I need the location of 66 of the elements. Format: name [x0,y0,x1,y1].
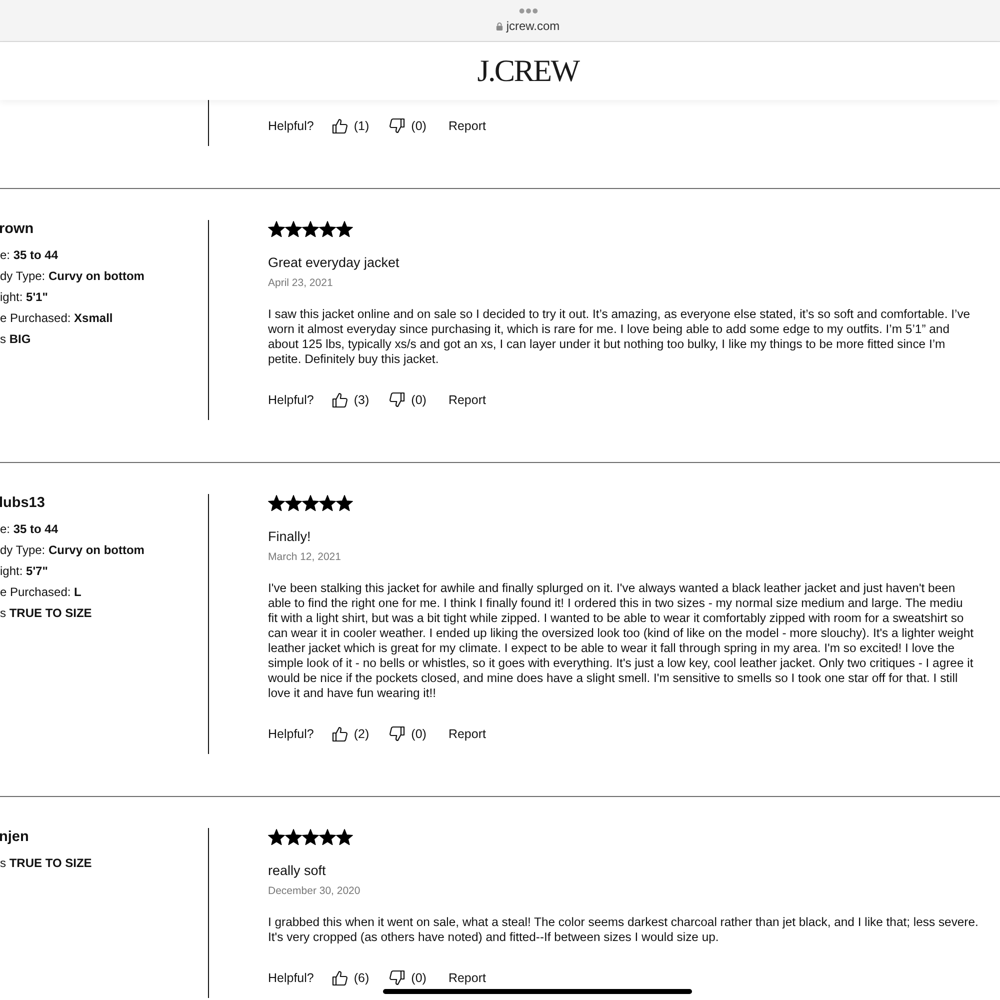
reviewer-attribute: dy Type: Curvy on bottom [0,542,146,559]
thumbs-up-icon [332,970,348,986]
helpful-label: Helpful? [268,119,314,133]
thumbs-down-icon [389,118,406,134]
star-icon [319,828,336,846]
star-icon [302,828,319,846]
star-icon [302,494,319,512]
report-link[interactable]: Report [448,971,486,985]
thumbs-down-icon [389,392,406,408]
helpful-no-button[interactable]: (0) [389,392,426,408]
reviewer-attribute: e Purchased: L [0,584,82,601]
review-title: really soft [268,862,327,880]
review-title: Finally! [268,528,312,546]
star-icon [285,494,302,512]
star-icon [285,828,302,846]
thumbs-up-icon [332,726,348,742]
review-text: I saw this jacket online and on sale so I decided to try it out. It’s amazing, as everyone else stated, it’s so soft and comfortable. I’ve worn it almost everyday since purchasing it, which is rare for me. I love being able to add some edge to my outfits. I’m 5’1” and about 125 lbs, typically xs/s and got an xs, I can layer under it but nothing too bulky, I like my things to be more fitted since I’m petite. Definitely buy this jacket. [268,307,970,367]
report-link[interactable]: Report [448,393,486,407]
reviewer-attribute: ight: 5'1" [0,289,49,306]
lock-icon [496,22,504,30]
reviewer-name: rown [0,220,35,238]
star-icon [319,220,336,238]
logo[interactable]: J.CREW [477,55,579,87]
thumbs-down-icon [389,726,406,742]
thumbs-up-icon [332,392,348,408]
helpful-label: Helpful? [268,971,314,985]
star-icon [336,220,353,238]
star-icon [268,828,285,846]
reviewer-attribute: dy Type: Curvy on bottom [0,268,146,285]
reviewer-name: njen [0,828,30,846]
reviewer-attribute: s TRUE TO SIZE [0,855,93,872]
address-bar[interactable]: jcrew.com [496,19,560,33]
star-icon [268,220,285,238]
reviewer-attribute: ight: 5'7" [0,563,49,580]
star-icon [268,494,285,512]
star-icon [336,828,353,846]
helpful-no-button[interactable]: (0) [389,726,426,742]
review-text: I've been stalking this jacket for awhile and finally splurged on it. I've always wanted a black leather jacket and just haven't been able to find the right one for me. I think I finally found it! I ordered this in two sizes - my normal size medium and large. The mediu fit with a light shirt, but was a bit tight while zipped. I wanted to be able to wear it comfortably zipped with room for a sweatshirt so can wear it in cooler weather. I ended up liking the oversized look too (kind of like on the model - more slouchy). It's a lighter weight leather jacket which is great for my climate. I expect to be able to wear it fall through spring in my area. I'm so excited! I love the simple look of it - no bells or whistles, so it goes with everything. It's just a low key, cool leather jacket. Only two critiques - I agree it would be nice if the pockets closed, and mine does have a slight smell. I'm sensitive to smells so I took one star off for that. I still love it and have fun wearing it!! [268,581,974,701]
report-link[interactable]: Report [448,119,486,133]
review-title: Great everyday jacket [268,254,400,272]
review-text: I grabbed this when it went on sale, what a steal! The color seems darkest charcoal rather than jet black, and I like that; less severe. It's very cropped (as others have noted) and fitted--If between sizes I would size up. [268,915,978,945]
helpful-yes-button[interactable]: (1) [332,118,370,134]
thumbs-down-icon [389,970,406,986]
helpful-yes-button[interactable]: (2) [332,726,370,742]
reviewer-attribute: s TRUE TO SIZE [0,605,93,622]
reviewer-attribute: e: 35 to 44 [0,521,60,538]
star-icon [319,494,336,512]
thumbs-up-icon [332,118,348,134]
reviewer-attribute: e Purchased: Xsmall [0,310,114,327]
helpful-label: Helpful? [268,393,314,407]
review-date: April 23, 2021 [268,276,334,290]
helpful-yes-button[interactable]: (6) [332,970,370,986]
review-date: December 30, 2020 [268,884,362,898]
helpful-no-button[interactable]: (0) [389,970,426,986]
star-icon [302,220,319,238]
more-dots-icon[interactable] [518,8,538,14]
reviewer-attribute: s BIG [0,331,32,348]
star-icon [336,494,353,512]
helpful-label: Helpful? [268,727,314,741]
reviewer-attribute: e: 35 to 44 [0,247,60,264]
review-date: March 12, 2021 [268,550,342,564]
helpful-no-button[interactable]: (0) [389,118,426,134]
report-link[interactable]: Report [448,727,486,741]
star-icon [285,220,302,238]
helpful-yes-button[interactable]: (3) [332,392,370,408]
reviewer-name: lubs13 [0,494,46,512]
